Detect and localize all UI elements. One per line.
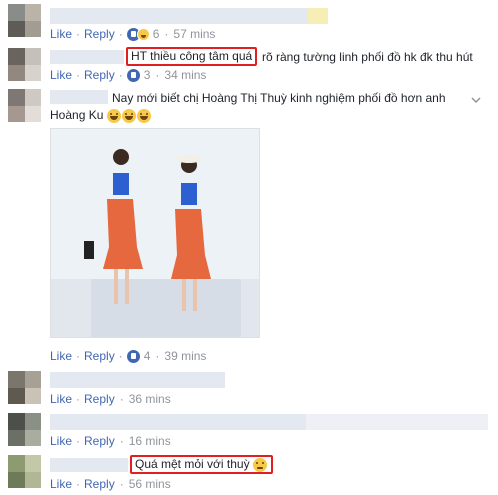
timestamp[interactable]: 34 mins — [164, 68, 206, 82]
comment-actions: Like · Reply · 3 · 34 mins — [50, 68, 206, 82]
like-link[interactable]: Like — [50, 477, 72, 491]
separator: · — [119, 477, 124, 491]
separator: · — [118, 68, 123, 82]
blurred-yellow-block — [308, 8, 328, 24]
comment-text-line2: Hoàng Ku — [50, 108, 104, 122]
avatar[interactable] — [8, 89, 41, 122]
haha-icon[interactable] — [136, 27, 150, 41]
timestamp[interactable]: 36 mins — [129, 392, 171, 406]
separator: · — [76, 349, 81, 363]
comment-1: Like · Reply · 6 · 57 mins — [0, 0, 498, 44]
blurred-author-name — [50, 50, 124, 64]
comment-5: Like · Reply · 16 mins — [0, 412, 498, 454]
comment-4: Like · Reply · 36 mins — [0, 370, 498, 412]
timestamp[interactable]: 56 mins — [129, 477, 171, 491]
comment-text-line2-row: Hoàng Ku — [50, 108, 152, 123]
avatar[interactable] — [8, 455, 41, 488]
blurred-author-name — [50, 90, 108, 104]
blurred-comment-text — [50, 414, 306, 430]
separator: · — [76, 392, 81, 406]
separator: · — [155, 349, 160, 363]
separator: · — [155, 68, 160, 82]
highlighted-comment-text: HT thiều công tâm quá — [126, 47, 258, 66]
comment-text: rõ ràng tường linh phối đồ hk đk thu hút — [262, 50, 473, 64]
comment-3-actions: Like · Reply · 4 · 39 mins — [50, 349, 206, 363]
comment-2: HT thiều công tâm quá rõ ràng tường linh… — [0, 44, 498, 88]
separator: · — [119, 392, 124, 406]
like-link[interactable]: Like — [50, 27, 72, 41]
blurred-comment-text — [50, 8, 308, 24]
comment-actions: Like · Reply · 16 mins — [50, 434, 171, 448]
like-icon[interactable] — [126, 349, 140, 363]
comment-actions: Like · Reply · 56 mins — [50, 477, 171, 491]
timestamp[interactable]: 39 mins — [164, 349, 206, 363]
laughing-tears-emoji — [106, 108, 121, 123]
avatar[interactable] — [8, 413, 41, 446]
comment-actions: Like · Reply · 36 mins — [50, 392, 171, 406]
blurred-comment-text — [306, 414, 488, 430]
reply-link[interactable]: Reply — [84, 392, 115, 406]
like-icon[interactable] — [126, 68, 140, 82]
fashion-photo-illustration — [51, 129, 259, 337]
reaction-count[interactable]: 6 — [153, 27, 160, 41]
separator: · — [118, 27, 123, 41]
separator: · — [76, 27, 81, 41]
reply-link[interactable]: Reply — [84, 434, 115, 448]
separator: · — [164, 27, 169, 41]
avatar[interactable] — [8, 48, 41, 81]
like-link[interactable]: Like — [50, 392, 72, 406]
separator: · — [76, 477, 81, 491]
chevron-down-icon[interactable] — [470, 94, 482, 106]
comment-text-line1: Nay mới biết chị Hoàng Thị Thuỳ kinh ngh… — [112, 91, 446, 105]
blurred-comment-text — [50, 372, 225, 388]
crying-face-emoji — [252, 457, 267, 472]
reaction-count[interactable]: 4 — [144, 349, 151, 363]
blurred-author-name — [50, 458, 128, 472]
reply-link[interactable]: Reply — [84, 477, 115, 491]
highlighted-comment-text: Quá mệt mỏi với thuỳ — [130, 455, 273, 474]
like-link[interactable]: Like — [50, 68, 72, 82]
comment-actions: Like · Reply · 6 · 57 mins — [50, 27, 215, 41]
reply-link[interactable]: Reply — [84, 27, 115, 41]
reply-link[interactable]: Reply — [84, 68, 115, 82]
separator: · — [76, 434, 81, 448]
comment-6: Quá mệt mỏi với thuỳ Like · Reply · 56 m… — [0, 454, 498, 495]
highlighted-text: Quá mệt mỏi với thuỳ — [135, 457, 250, 471]
reaction-count[interactable]: 3 — [144, 68, 151, 82]
separator: · — [119, 434, 124, 448]
timestamp[interactable]: 16 mins — [129, 434, 171, 448]
timestamp[interactable]: 57 mins — [173, 27, 215, 41]
avatar[interactable] — [8, 371, 41, 404]
separator: · — [118, 349, 123, 363]
separator: · — [76, 68, 81, 82]
laughing-tears-emoji — [121, 108, 136, 123]
avatar[interactable] — [8, 4, 41, 37]
like-link[interactable]: Like — [50, 434, 72, 448]
like-link[interactable]: Like — [50, 349, 72, 363]
laughing-tears-emoji — [136, 108, 151, 123]
reply-link[interactable]: Reply — [84, 349, 115, 363]
comment-photo[interactable] — [50, 128, 260, 338]
